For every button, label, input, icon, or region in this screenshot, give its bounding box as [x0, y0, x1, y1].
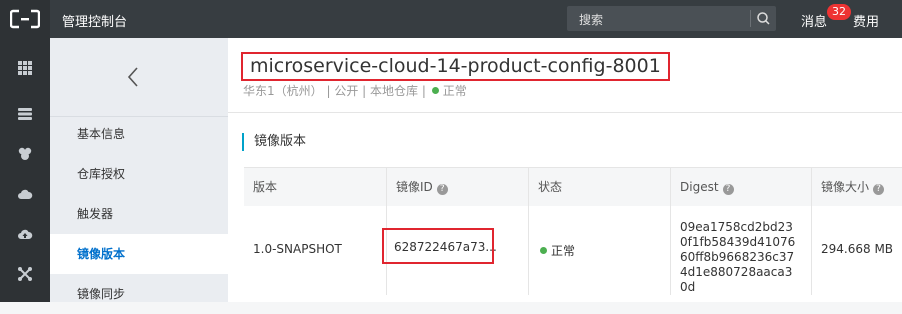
status-dot-icon [431, 87, 439, 94]
table-row: 1.0-SNAPSHOT 628722467a73... 正常 09ea1758… [244, 206, 902, 295]
column-header-status: 状态 [528, 168, 670, 206]
table-header: 版本 镜像ID? 状态 Digest? 镜像大小? [244, 167, 902, 207]
fees-link[interactable]: 费用 [853, 11, 879, 30]
search-divider [750, 10, 751, 27]
repo-visibility: 公开 [334, 84, 359, 98]
digest-value: 09ea1758cd2bd230f1fb58439d4107660ff8b966… [680, 220, 796, 294]
repo-type: 本地仓库 [370, 84, 419, 98]
product-icon-rail [0, 38, 50, 302]
help-icon[interactable]: ? [436, 184, 448, 195]
sidebar-item-repo-auth[interactable]: 仓库授权 [50, 154, 228, 194]
database-icon[interactable] [17, 106, 33, 122]
section-title: 镜像版本 [242, 133, 306, 151]
aliyun-logo[interactable] [0, 0, 50, 38]
status-dot-icon [540, 247, 547, 254]
chevron-left-icon [127, 67, 138, 87]
grid-icon[interactable] [17, 60, 33, 76]
column-header-version: 版本 [253, 180, 278, 194]
flower-icon[interactable] [17, 146, 33, 162]
cell-version: 1.0-SNAPSHOT [253, 242, 342, 256]
cloud-icon[interactable] [17, 186, 33, 202]
column-header-image-id: 镜像ID? [386, 168, 528, 206]
sidebar-item-triggers[interactable]: 触发器 [50, 194, 228, 234]
search-icon[interactable] [755, 10, 772, 27]
meta-separator: | [362, 84, 371, 98]
meta-separator: | [421, 84, 430, 98]
messages-link[interactable]: 消息 [801, 11, 827, 30]
repo-meta: 华东1（杭州） | 公开 | 本地仓库 | 正常 [243, 82, 467, 99]
sidebar-item-image-sync[interactable]: 镜像同步 [50, 274, 228, 314]
divider [228, 112, 902, 113]
help-icon[interactable]: ? [722, 184, 734, 195]
aliyun-logo-icon [10, 9, 40, 29]
console-title[interactable]: 管理控制台 [62, 11, 127, 30]
messages-count-badge: 32 [827, 4, 851, 20]
back-button[interactable] [50, 38, 228, 117]
sidebar-item-image-versions[interactable]: 镜像版本 [50, 234, 228, 274]
help-icon[interactable]: ? [873, 184, 885, 195]
row-status: 正常 [551, 244, 576, 258]
image-id-value[interactable]: 628722467a73... [394, 240, 497, 254]
search-box[interactable]: 搜索 [567, 6, 776, 31]
image-id-highlight: 628722467a73... [382, 228, 497, 264]
repo-sidebar: 基本信息 仓库授权 触发器 镜像版本 镜像同步 [50, 38, 228, 302]
repo-name-title: microservice-cloud-14-product-config-800… [241, 52, 670, 81]
cloud-upload-icon[interactable] [17, 226, 33, 242]
search-placeholder[interactable]: 搜索 [579, 11, 603, 28]
cell-status: 正常 [528, 206, 670, 295]
column-header-digest: Digest? [670, 168, 811, 206]
top-bar: 管理控制台 搜索 消息 32 费用 [0, 0, 902, 38]
main-content: microservice-cloud-14-product-config-800… [228, 38, 902, 302]
cell-digest: 09ea1758cd2bd230f1fb58439d4107660ff8b966… [670, 206, 811, 295]
column-header-image-size: 镜像大小? [811, 168, 902, 206]
repo-region: 华东1（杭州） [243, 84, 323, 98]
cell-image-size: 294.668 MB [811, 206, 902, 295]
sidebar-item-basic-info[interactable]: 基本信息 [50, 114, 228, 154]
repo-status: 正常 [442, 84, 467, 98]
cross-arrows-icon[interactable] [17, 266, 33, 282]
